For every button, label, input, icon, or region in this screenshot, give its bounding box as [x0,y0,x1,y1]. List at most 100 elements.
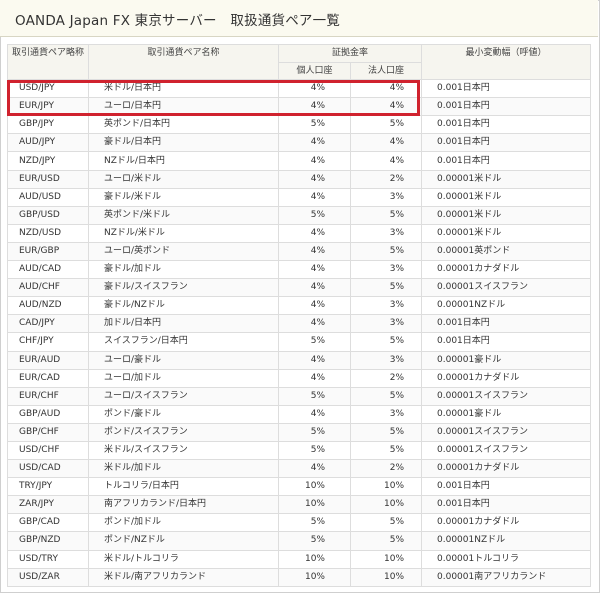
individual-margin-cell: 5% [278,205,351,225]
table-header: 取引通貨ペア略称 取引通貨ペア名称 証拠金率 最小変動幅（呼値） 個人口座 法人… [7,43,592,81]
table-row: USD/CAD 米ドル/加ドル 4% 2% 0.00001カナダドル [7,459,592,479]
individual-margin-cell: 4% [278,314,351,334]
individual-margin-cell: 4% [278,151,351,171]
pair-name-cell: ポンド/スイスフラン [88,422,279,442]
table-row: GBP/USD 英ポンド/米ドル 5% 5% 0.00001米ドル [7,205,592,225]
pair-name-cell: 米ドル/スイスフラン [88,440,279,461]
min-tick-cell: 0.00001スイスフラン [421,386,592,406]
corporate-margin-cell: 10% [349,567,423,587]
corporate-margin-cell: 3% [349,350,423,370]
header-individual-account: 個人口座 [278,62,351,81]
individual-margin-cell: 4% [278,278,351,298]
min-tick-cell: 0.00001NZドル [421,531,592,551]
pair-code-cell: TRY/JPY [7,477,89,497]
table-row: GBP/AUD ポンド/豪ドル 4% 3% 0.00001豪ドル [7,404,592,424]
pair-code-cell: AUD/CAD [7,260,89,280]
header-min-tick: 最小変動幅（呼値） [421,43,592,81]
table-row: CHF/JPY スイスフラン/日本円 5% 5% 0.001日本円 [7,332,592,352]
individual-margin-cell: 4% [278,133,351,153]
corporate-margin-cell: 5% [349,115,423,135]
min-tick-cell: 0.00001米ドル [421,223,592,243]
table-row: EUR/GBP ユーロ/英ポンド 4% 5% 0.00001英ポンド [7,241,592,262]
table-row: GBP/CAD ポンド/加ドル 5% 5% 0.00001カナダドル [7,513,592,533]
table-body: USD/JPY 米ドル/日本円 4% 4% 0.001日本円 EUR/JPY ユーロ/日本円… [7,79,592,587]
min-tick-cell: 0.00001豪ドル [421,350,592,370]
pair-code-cell: GBP/NZD [7,531,89,551]
pair-name-cell: スイスフラン/日本円 [88,332,279,352]
min-tick-cell: 0.001日本円 [421,79,592,99]
table-row: ZAR/JPY 南アフリカランド/日本円 10% 10% 0.001日本円 [7,495,592,515]
pair-name-cell: 南アフリカランド/日本円 [88,495,279,515]
pair-name-cell: NZドル/日本円 [88,151,279,171]
min-tick-cell: 0.00001米ドル [421,187,592,207]
pair-code-cell: GBP/JPY [7,115,89,135]
corporate-margin-cell: 4% [349,151,423,171]
pair-name-cell: 豪ドル/NZドル [88,296,279,316]
min-tick-cell: 0.001日本円 [421,133,592,153]
currency-pair-table: 取引通貨ペア略称 取引通貨ペア名称 証拠金率 最小変動幅（呼値） 個人口座 法人… [7,43,592,587]
individual-margin-cell: 5% [278,386,351,406]
min-tick-cell: 0.00001カナダドル [421,459,592,479]
min-tick-cell: 0.00001カナダドル [421,513,592,533]
table-row: EUR/JPY ユーロ/日本円 4% 4% 0.001日本円 [7,97,592,117]
pair-code-cell: USD/CHF [7,440,89,461]
individual-margin-cell: 4% [278,260,351,280]
individual-margin-cell: 10% [278,495,351,515]
pair-code-cell: EUR/USD [7,169,89,189]
pair-name-cell: ポンド/NZドル [88,531,279,551]
corporate-margin-cell: 3% [349,296,423,316]
individual-margin-cell: 4% [278,223,351,243]
pair-name-cell: 豪ドル/加ドル [88,260,279,280]
min-tick-cell: 0.00001南アフリカランド [421,567,592,587]
min-tick-cell: 0.00001英ポンド [421,241,592,262]
pair-code-cell: EUR/CHF [7,386,89,406]
table-row: AUD/JPY 豪ドル/日本円 4% 4% 0.001日本円 [7,133,592,153]
pair-name-cell: ユーロ/米ドル [88,169,279,189]
corporate-margin-cell: 5% [349,241,423,262]
header-corporate-account: 法人口座 [349,62,423,81]
page-title: OANDA Japan FX 東京サーバー 取扱通貨ペア一覧 [15,13,341,29]
pair-code-cell: USD/CAD [7,459,89,479]
individual-margin-cell: 4% [278,350,351,370]
corporate-margin-cell: 5% [349,278,423,298]
corporate-margin-cell: 10% [349,549,423,569]
corporate-margin-cell: 3% [349,314,423,334]
header-pair-name: 取引通貨ペア名称 [88,43,279,81]
header-pair-code: 取引通貨ペア略称 [7,43,89,81]
corporate-margin-cell: 4% [349,79,423,99]
individual-margin-cell: 5% [278,513,351,533]
individual-margin-cell: 4% [278,241,351,262]
min-tick-cell: 0.001日本円 [421,97,592,117]
table-row: AUD/USD 豪ドル/米ドル 4% 3% 0.00001米ドル [7,187,592,207]
pair-code-cell: USD/ZAR [7,567,89,587]
corporate-margin-cell: 5% [349,531,423,551]
pair-code-cell: GBP/USD [7,205,89,225]
table-row: USD/CHF 米ドル/スイスフラン 5% 5% 0.00001スイスフラン [7,440,592,461]
pair-name-cell: 米ドル/南アフリカランド [88,567,279,587]
pair-name-cell: ユーロ/豪ドル [88,350,279,370]
corporate-margin-cell: 5% [349,513,423,533]
corporate-margin-cell: 5% [349,422,423,442]
pair-name-cell: ユーロ/加ドル [88,368,279,388]
min-tick-cell: 0.00001豪ドル [421,404,592,424]
pair-name-cell: 米ドル/トルコリラ [88,549,279,569]
pair-name-cell: 豪ドル/米ドル [88,187,279,207]
min-tick-cell: 0.00001スイスフラン [421,440,592,461]
individual-margin-cell: 5% [278,440,351,461]
min-tick-cell: 0.00001カナダドル [421,368,592,388]
pair-code-cell: GBP/CAD [7,513,89,533]
pair-name-cell: トルコリラ/日本円 [88,477,279,497]
corporate-margin-cell: 4% [349,133,423,153]
min-tick-cell: 0.00001米ドル [421,169,592,189]
pair-code-cell: GBP/CHF [7,422,89,442]
corporate-margin-cell: 10% [349,495,423,515]
pair-name-cell: 豪ドル/スイスフラン [88,278,279,298]
table-row: NZD/JPY NZドル/日本円 4% 4% 0.001日本円 [7,151,592,171]
corporate-margin-cell: 3% [349,260,423,280]
table-row: EUR/AUD ユーロ/豪ドル 4% 3% 0.00001豪ドル [7,350,592,370]
min-tick-cell: 0.001日本円 [421,115,592,135]
table-row: AUD/CAD 豪ドル/加ドル 4% 3% 0.00001カナダドル [7,260,592,280]
table-row: USD/ZAR 米ドル/南アフリカランド 10% 10% 0.00001南アフリカランド [7,567,592,587]
pair-name-cell: 豪ドル/日本円 [88,133,279,153]
corporate-margin-cell: 5% [349,440,423,461]
